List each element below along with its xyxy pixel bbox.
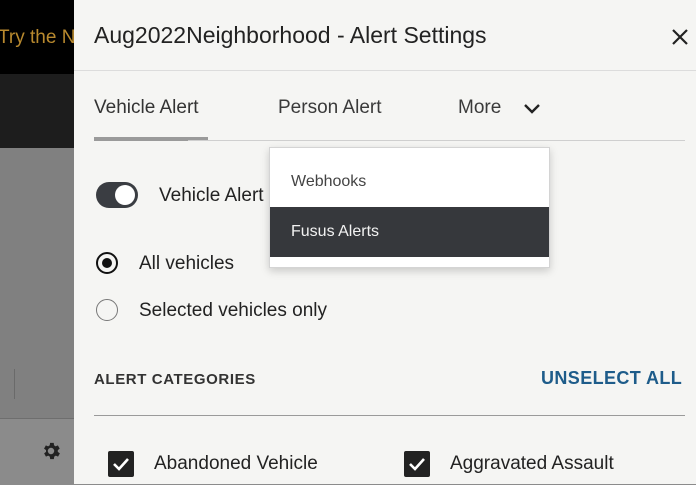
toggle-label: Vehicle Alert	[159, 185, 264, 206]
menu-item-label: Fusus Alerts	[291, 223, 380, 240]
categories-divider	[94, 415, 685, 416]
tab-more[interactable]: More	[458, 97, 501, 119]
unselect-all-button[interactable]: UNSELECT ALL	[541, 368, 682, 389]
header-divider	[74, 70, 696, 71]
chevron-down-icon[interactable]	[522, 99, 542, 119]
alert-categories-heading: ALERT CATEGORIES	[94, 371, 256, 388]
checkmark-icon	[113, 458, 129, 471]
tabs-divider	[188, 140, 685, 141]
checkmark-icon	[409, 458, 425, 471]
divider	[14, 369, 15, 399]
modal-title: Aug2022Neighborhood - Alert Settings	[94, 22, 487, 48]
radio-selected-vehicles-label: Selected vehicles only	[139, 300, 327, 321]
tab-person-alert[interactable]: Person Alert	[278, 97, 382, 119]
gear-icon[interactable]	[40, 440, 62, 462]
checkbox-abandoned-vehicle[interactable]	[108, 451, 134, 477]
checkbox-aggravated-assault[interactable]	[404, 451, 430, 477]
checkbox-abandoned-vehicle-label: Abandoned Vehicle	[154, 453, 318, 474]
radio-selected-vehicles[interactable]	[96, 299, 118, 321]
toggle-knob	[115, 185, 135, 205]
radio-all-vehicles-label: All vehicles	[139, 253, 235, 274]
vehicle-alert-toggle[interactable]	[96, 182, 138, 208]
close-icon[interactable]	[668, 25, 692, 49]
menu-item-webhooks[interactable]: Webhooks	[270, 157, 549, 207]
tab-vehicle-alert[interactable]: Vehicle Alert	[94, 97, 199, 119]
radio-all-vehicles[interactable]	[96, 252, 118, 274]
checkbox-aggravated-assault-label: Aggravated Assault	[450, 453, 614, 474]
menu-item-label: Webhooks	[291, 173, 367, 190]
more-dropdown-menu: Webhooks Fusus Alerts	[269, 147, 550, 268]
menu-item-fusus-alerts[interactable]: Fusus Alerts	[270, 207, 549, 257]
